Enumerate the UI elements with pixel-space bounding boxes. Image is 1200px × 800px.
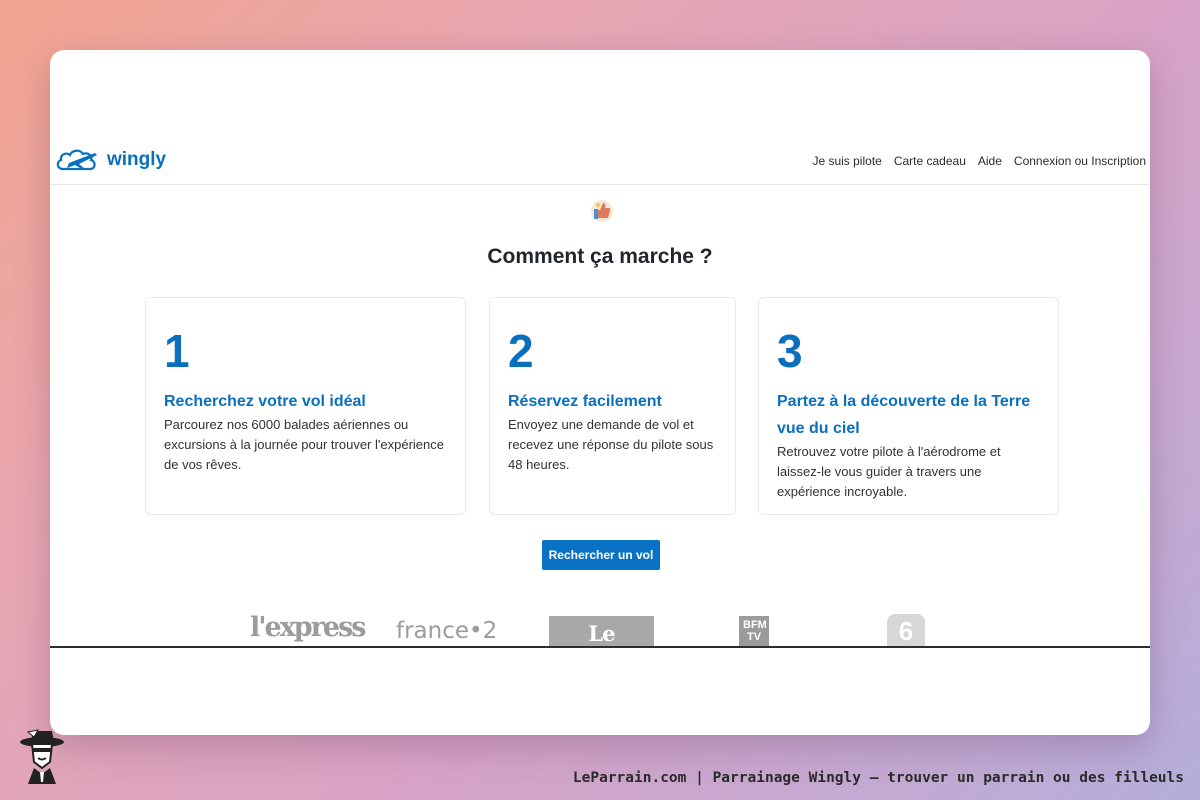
menu-item-pilot[interactable]: Je suis pilote [812, 154, 881, 168]
wingly-logo[interactable]: wingly [55, 147, 166, 173]
top-menu: Je suis pilote Carte cadeau Aide Connexi… [812, 154, 1146, 168]
step-heading: Partez à la découverte de la Terre vue d… [777, 393, 1031, 437]
step-heading: Recherchez votre vol idéal [164, 393, 366, 410]
step-number: 2 [508, 325, 534, 377]
browser-window: wingly Je suis pilote Carte cadeau Aide … [50, 50, 1150, 735]
step-card-3: 3 Partez à la découverte de la Terre vue… [758, 297, 1059, 515]
step-heading: Réservez facilement [508, 393, 662, 410]
press-logo-lexpress: l'express [250, 612, 366, 643]
step-card-1: 1 Recherchez votre vol idéal Parcourez n… [145, 297, 466, 515]
step-text: Envoyez une demande de vol et recevez un… [508, 417, 714, 472]
section-title: Comment ça marche ? [487, 245, 713, 268]
menu-item-gift-card[interactable]: Carte cadeau [894, 154, 966, 168]
navbar: wingly Je suis pilote Carte cadeau Aide … [50, 138, 1150, 185]
press-logo-bfmtv: BFM TV [739, 616, 769, 646]
step-card-2: 2 Réservez facilement Envoyez une demand… [489, 297, 736, 515]
press-logo-france2: france•2 [396, 618, 498, 644]
divider-line [50, 646, 1150, 648]
cloud-plane-icon [56, 149, 97, 171]
logo-text: wingly [107, 149, 167, 170]
step-text: Parcourez nos 6000 balades aériennes ou … [164, 417, 444, 472]
step-number: 3 [777, 325, 803, 377]
step-text: Retrouvez votre pilote à l'aérodrome et … [777, 444, 1001, 499]
press-logo-m6: 6 [887, 614, 925, 648]
mascot-icon [20, 729, 64, 784]
thumbs-up-icon [591, 200, 613, 222]
menu-item-help[interactable]: Aide [978, 154, 1002, 168]
search-flight-button[interactable]: Rechercher un vol [542, 540, 660, 570]
press-logo-leparisien: Le Parisien [549, 616, 654, 682]
footer-caption: LeParrain.com | Parrainage Wingly — trou… [572, 770, 1184, 786]
menu-item-login[interactable]: Connexion ou Inscription [1014, 154, 1146, 168]
step-number: 1 [164, 325, 190, 377]
